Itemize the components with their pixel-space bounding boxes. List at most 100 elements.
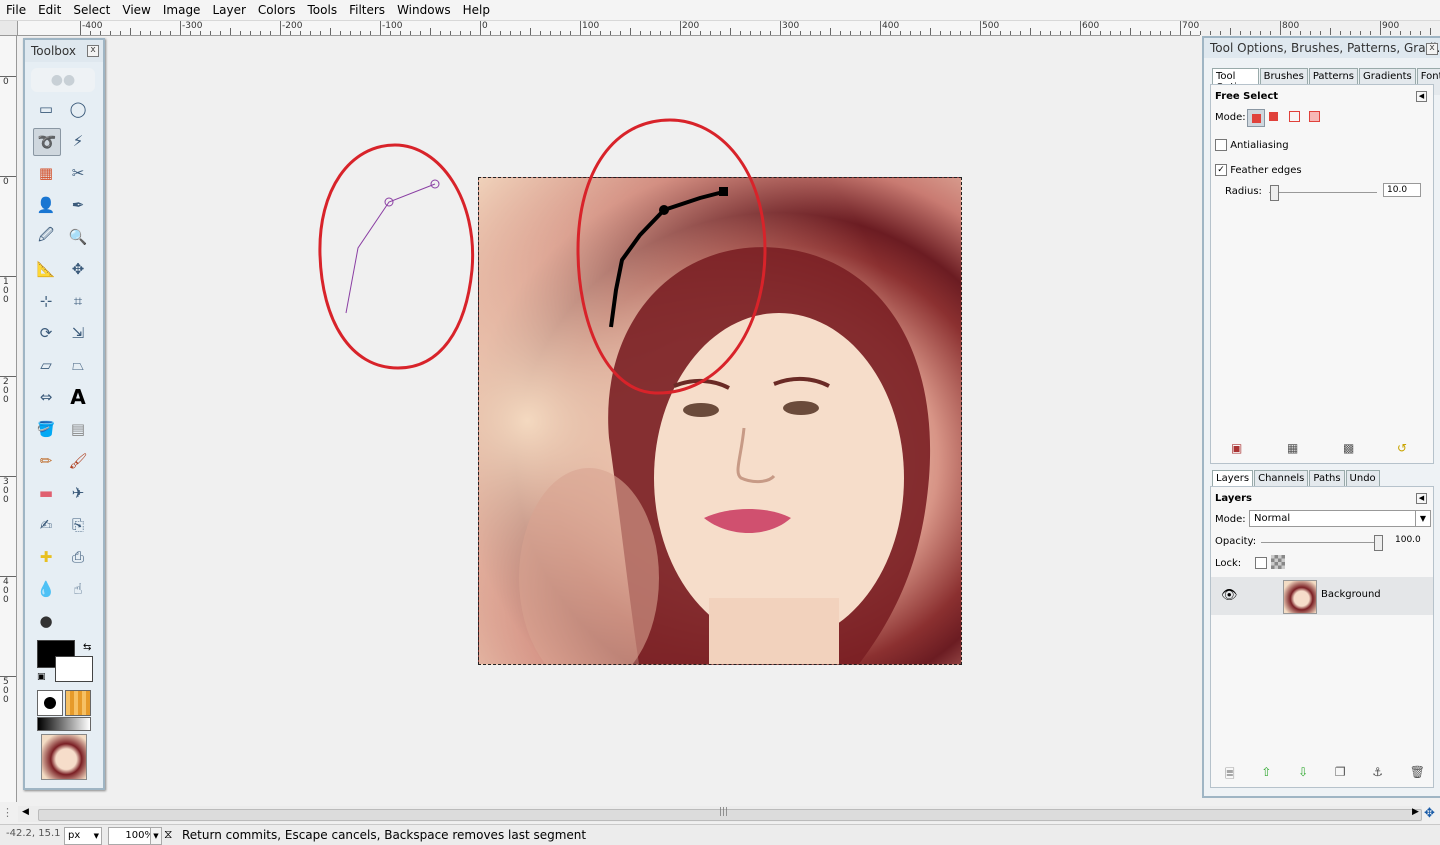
navigate-icon[interactable]: ✥: [1424, 806, 1440, 822]
zoom-tool-icon[interactable]: 🔍: [65, 224, 91, 250]
free-select-tool-icon[interactable]: ➰: [33, 128, 61, 156]
tab-layers[interactable]: Layers: [1212, 470, 1254, 486]
blend-tool-icon[interactable]: ▤: [65, 416, 91, 442]
paintbrush-tool-icon[interactable]: 🖌: [65, 448, 91, 474]
unit-value: px: [68, 830, 81, 841]
paths-tool-icon[interactable]: ✒: [65, 192, 91, 218]
opacity-slider-track[interactable]: [1261, 542, 1377, 543]
chevron-down-icon: ▼: [93, 832, 99, 840]
restore-options-icon[interactable]: ▦: [1287, 441, 1298, 455]
radius-spinner[interactable]: 10.0: [1383, 183, 1421, 197]
tab-undo[interactable]: Undo: [1345, 470, 1380, 486]
shear-tool-icon[interactable]: ▱: [33, 352, 59, 378]
pattern-preview[interactable]: [65, 690, 91, 716]
scissors-tool-icon[interactable]: ✂: [65, 160, 91, 186]
opacity-slider-handle[interactable]: [1374, 535, 1383, 551]
ink-tool-icon[interactable]: ✍: [33, 512, 59, 538]
toolbox-close-button[interactable]: x: [87, 45, 99, 57]
ellipse-select-tool-icon[interactable]: ◯: [65, 96, 91, 122]
quick-mask-icon[interactable]: ⋮: [2, 806, 16, 822]
toolbox-titlebar[interactable]: Toolbox x: [25, 40, 103, 62]
lock-alpha-icon[interactable]: [1271, 555, 1285, 569]
bucket-fill-tool-icon[interactable]: 🪣: [33, 416, 59, 442]
antialiasing-row: Antialiasing: [1215, 139, 1289, 151]
rect-select-tool-icon[interactable]: ▭: [33, 96, 59, 122]
layer-row-background[interactable]: 👁 Background: [1211, 577, 1433, 615]
reset-options-icon[interactable]: ↺: [1397, 441, 1407, 455]
statusbar: -42.2, 15.1 px ▼ 100% ▼ ⧖ Return commits…: [0, 824, 1440, 845]
dodge-burn-tool-icon[interactable]: ●: [33, 608, 59, 634]
select-by-color-tool-icon[interactable]: ▦: [33, 160, 59, 186]
status-message: Return commits, Escape cancels, Backspac…: [182, 828, 587, 842]
anchor-layer-icon[interactable]: ⚓: [1372, 765, 1383, 786]
mode-replace-button[interactable]: [1247, 109, 1265, 127]
free-select-status-icon: ⧖: [164, 827, 173, 841]
dock-titlebar[interactable]: Tool Options, Brushes, Patterns, Gradi..…: [1204, 38, 1440, 58]
scale-tool-icon[interactable]: ⇲: [65, 320, 91, 346]
tool-options-heading: Free Select: [1215, 91, 1279, 102]
perspective-clone-tool-icon[interactable]: ⎙: [65, 544, 91, 570]
perspective-tool-icon[interactable]: ⏢: [65, 352, 91, 378]
flip-tool-icon[interactable]: ⇔: [33, 384, 59, 410]
layers-heading: Layers: [1215, 493, 1252, 504]
feather-checkbox[interactable]: ✓: [1215, 164, 1227, 176]
layer-name[interactable]: Background: [1321, 589, 1381, 600]
antialiasing-label: Antialiasing: [1230, 140, 1289, 151]
eraser-tool-icon[interactable]: ▬: [33, 480, 59, 506]
airbrush-tool-icon[interactable]: ✈: [65, 480, 91, 506]
rotate-tool-icon[interactable]: ⟳: [33, 320, 59, 346]
scroll-right-icon[interactable]: ▶: [1412, 807, 1419, 817]
move-tool-icon[interactable]: ✥: [65, 256, 91, 282]
gradient-preview[interactable]: [37, 717, 91, 731]
opacity-spinner[interactable]: 100.0: [1395, 535, 1421, 545]
unit-selector[interactable]: px ▼: [64, 827, 102, 845]
feather-label: Feather edges: [1230, 165, 1302, 176]
save-options-icon[interactable]: ▣: [1231, 441, 1242, 455]
mode-label: Mode:: [1215, 112, 1246, 123]
radius-slider-handle[interactable]: [1270, 185, 1280, 201]
active-image-thumbnail[interactable]: [41, 734, 87, 780]
swap-colors-icon[interactable]: ⇆: [83, 642, 91, 653]
text-tool-icon[interactable]: A: [65, 384, 91, 410]
color-picker-tool-icon[interactable]: 🖉: [33, 224, 59, 250]
radius-label: Radius:: [1225, 186, 1262, 197]
antialiasing-checkbox[interactable]: [1215, 139, 1227, 151]
background-color[interactable]: [55, 656, 93, 682]
clone-tool-icon[interactable]: ⎘: [65, 512, 91, 538]
mode-intersect-button[interactable]: [1309, 111, 1320, 125]
radius-slider-track[interactable]: [1269, 192, 1377, 193]
eye-icon[interactable]: 👁: [1221, 588, 1238, 603]
scrollbar-thumb[interactable]: |||: [38, 807, 1422, 821]
duplicate-layer-icon[interactable]: ❐: [1335, 765, 1346, 786]
crop-tool-icon[interactable]: ⌗: [65, 288, 91, 314]
tab-paths[interactable]: Paths: [1309, 470, 1345, 486]
black-node-1: [659, 205, 669, 215]
horizontal-scrollbar[interactable]: ◀ ||| ▶: [18, 806, 1422, 822]
layers-menu-icon[interactable]: ◀: [1416, 493, 1427, 504]
heal-tool-icon[interactable]: ✚: [33, 544, 59, 570]
delete-layer-icon[interactable]: 🗑: [1410, 765, 1425, 786]
dock-close-button[interactable]: x: [1426, 43, 1438, 55]
lock-pixels-checkbox[interactable]: [1255, 557, 1267, 569]
bottom-tabs: Layers Channels Paths Undo: [1212, 470, 1381, 486]
align-tool-icon[interactable]: ⊹: [33, 288, 59, 314]
scroll-left-icon[interactable]: ◀: [22, 807, 29, 817]
blur-tool-icon[interactable]: 💧: [33, 576, 59, 602]
mode-subtract-button[interactable]: [1289, 111, 1300, 125]
tab-channels[interactable]: Channels: [1254, 470, 1309, 486]
measure-tool-icon[interactable]: 📐: [33, 256, 59, 282]
panel-menu-icon[interactable]: ◀: [1416, 91, 1427, 102]
foreground-select-tool-icon[interactable]: 👤: [33, 192, 59, 218]
fuzzy-select-tool-icon[interactable]: ⚡: [65, 128, 91, 154]
new-layer-icon[interactable]: 🗏: [1225, 765, 1235, 786]
brush-preview[interactable]: [37, 690, 63, 716]
mode-add-button[interactable]: [1269, 111, 1278, 124]
delete-options-icon[interactable]: ▩: [1343, 441, 1354, 455]
smudge-tool-icon[interactable]: ☝: [65, 576, 91, 602]
raise-layer-icon[interactable]: ⇧: [1261, 765, 1271, 786]
pencil-tool-icon[interactable]: ✏: [33, 448, 59, 474]
layer-mode-dropdown[interactable]: Normal ▼: [1249, 510, 1431, 527]
default-colors-icon[interactable]: ▣: [37, 672, 46, 682]
zoom-dropdown-icon[interactable]: ▼: [150, 827, 162, 845]
lower-layer-icon[interactable]: ⇩: [1298, 765, 1308, 786]
